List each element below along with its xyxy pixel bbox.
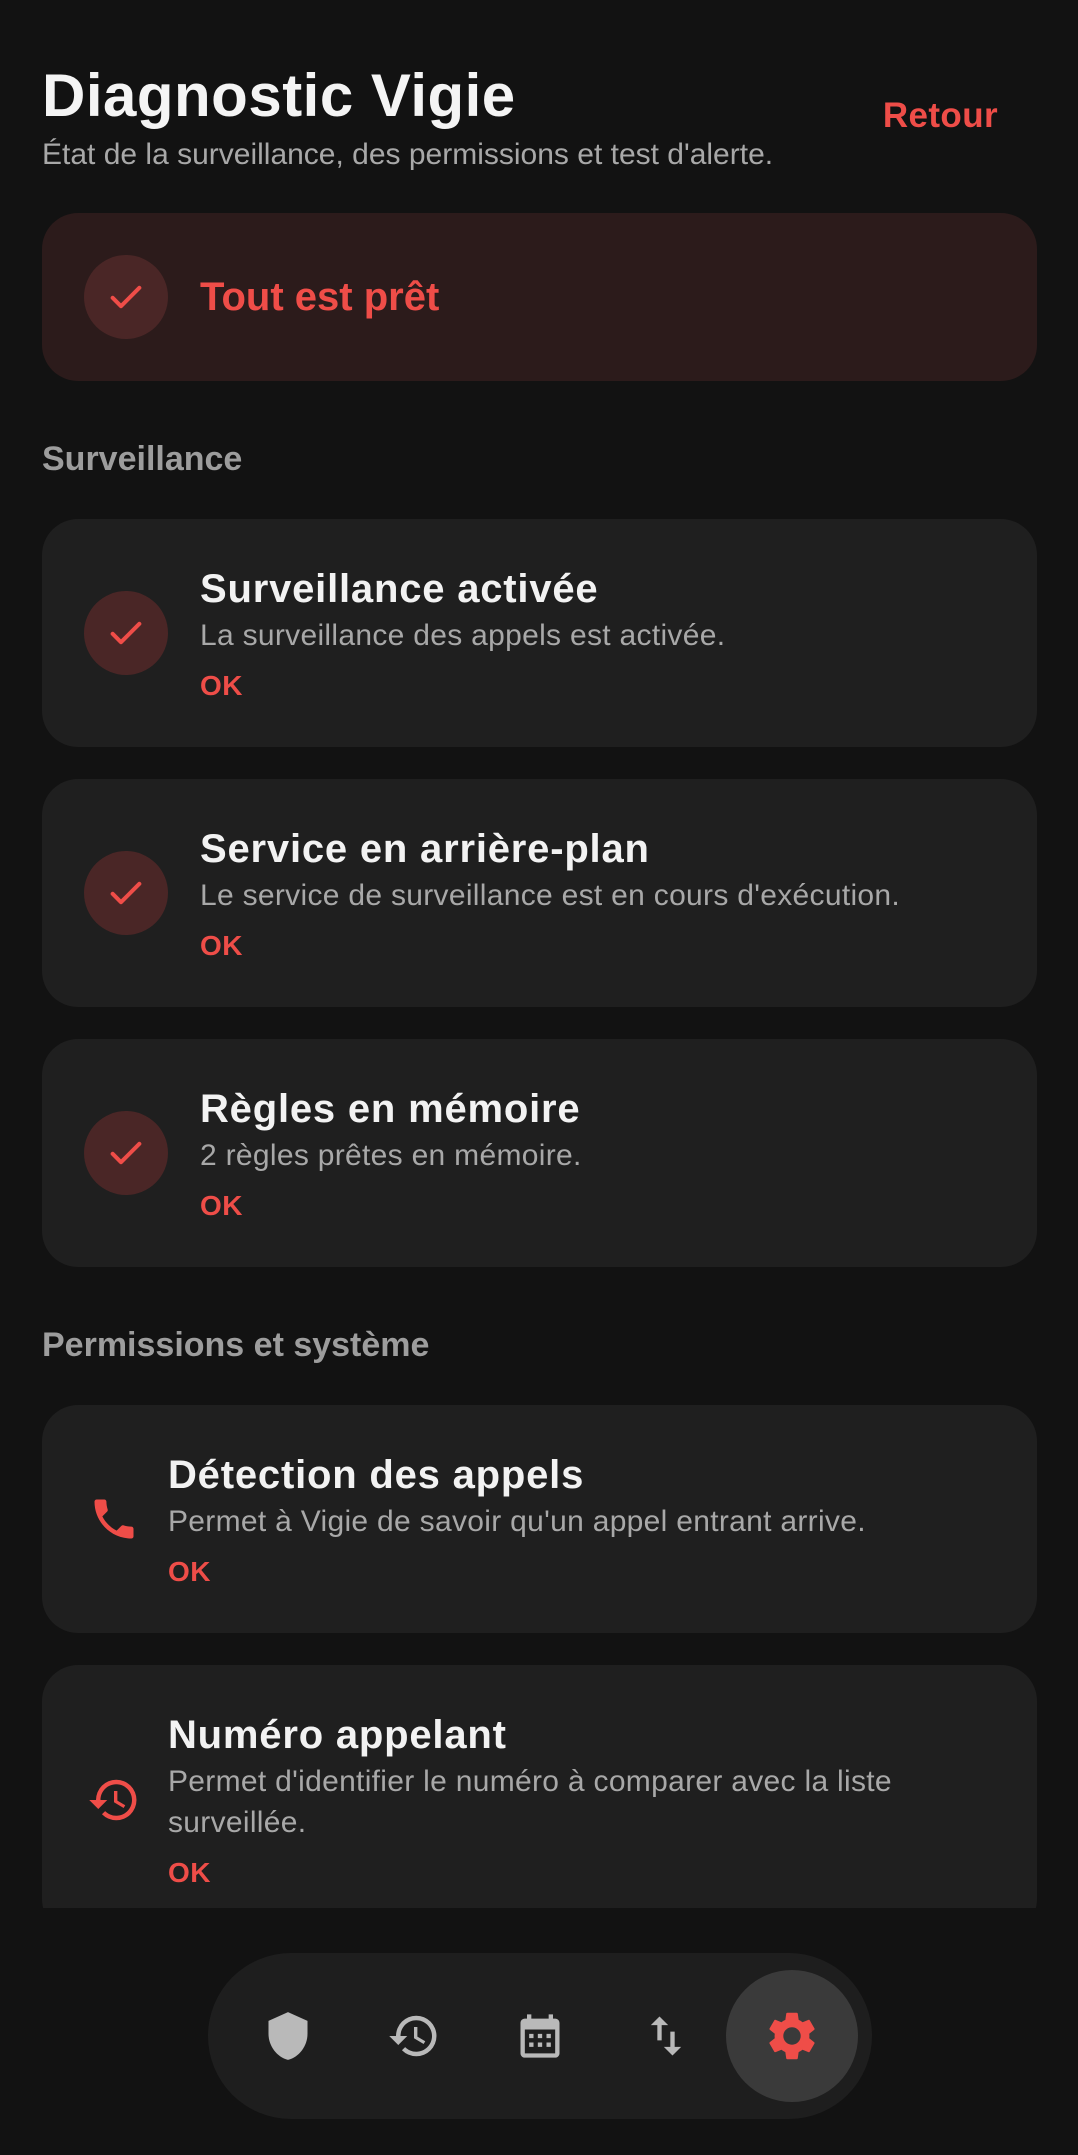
history-icon xyxy=(84,1770,144,1830)
card-title: Détection des appels xyxy=(168,1452,585,1497)
card-title: Numéro appelant xyxy=(168,1713,507,1757)
status-banner: Tout est prêt xyxy=(42,213,1037,381)
status-badge: OK xyxy=(200,669,243,701)
history-icon xyxy=(389,2015,437,2057)
bottom-navigation xyxy=(208,1953,872,2119)
card-background-service: Service en arrière-plan Le service de su… xyxy=(42,779,1037,1007)
settings-icon xyxy=(769,2012,815,2060)
card-caller-number: Numéro appelant Permet d'identifier le n… xyxy=(42,1665,1037,1935)
swap-vertical-icon xyxy=(650,2016,682,2056)
card-description: Permet d'identifier le numéro à comparer… xyxy=(168,1761,892,1843)
status-badge: OK xyxy=(200,1189,243,1221)
check-icon xyxy=(84,1111,168,1195)
status-badge: OK xyxy=(200,929,243,961)
diagnostic-screen: Diagnostic Vigie État de la surveillance… xyxy=(0,0,1078,2155)
card-title: Surveillance activée xyxy=(200,566,599,611)
page-subtitle: État de la surveillance, des permissions… xyxy=(42,138,774,171)
card-title: Règles en mémoire xyxy=(200,1086,581,1131)
card-description: 2 règles prêtes en mémoire. xyxy=(200,1138,582,1172)
check-icon xyxy=(84,851,168,935)
phone-icon xyxy=(84,1489,144,1549)
nav-shield[interactable] xyxy=(262,2010,314,2062)
status-badge: OK xyxy=(168,1857,211,1888)
nav-calendar[interactable] xyxy=(514,2010,566,2062)
section-label-permissions: Permissions et système xyxy=(42,1326,430,1364)
card-description: Permet à Vigie de savoir qu'un appel ent… xyxy=(168,1504,866,1538)
nav-settings[interactable] xyxy=(726,1970,858,2102)
card-description-line: surveillée. xyxy=(168,1806,307,1839)
nav-history[interactable] xyxy=(387,2009,441,2063)
check-icon xyxy=(84,591,168,675)
status-badge: OK xyxy=(168,1555,211,1587)
calendar-icon xyxy=(520,2014,560,2058)
status-banner-text: Tout est prêt xyxy=(200,274,440,319)
card-call-detection: Détection des appels Permet à Vigie de s… xyxy=(42,1405,1037,1633)
card-monitoring-enabled: Surveillance activée La surveillance des… xyxy=(42,519,1037,747)
section-label-monitoring: Surveillance xyxy=(42,440,243,478)
header: Diagnostic Vigie État de la surveillance… xyxy=(42,56,1036,186)
card-description: Le service de surveillance est en cours … xyxy=(200,878,901,912)
nav-transfer[interactable] xyxy=(640,2010,692,2062)
card-title: Service en arrière-plan xyxy=(200,826,650,871)
back-button[interactable]: Retour xyxy=(883,96,998,136)
card-rules-in-memory: Règles en mémoire 2 règles prêtes en mém… xyxy=(42,1039,1037,1267)
card-description: La surveillance des appels est activée. xyxy=(200,618,726,652)
check-icon xyxy=(84,255,168,339)
card-description-line: Permet d'identifier le numéro à comparer… xyxy=(168,1765,892,1798)
shield-icon xyxy=(268,2012,308,2060)
